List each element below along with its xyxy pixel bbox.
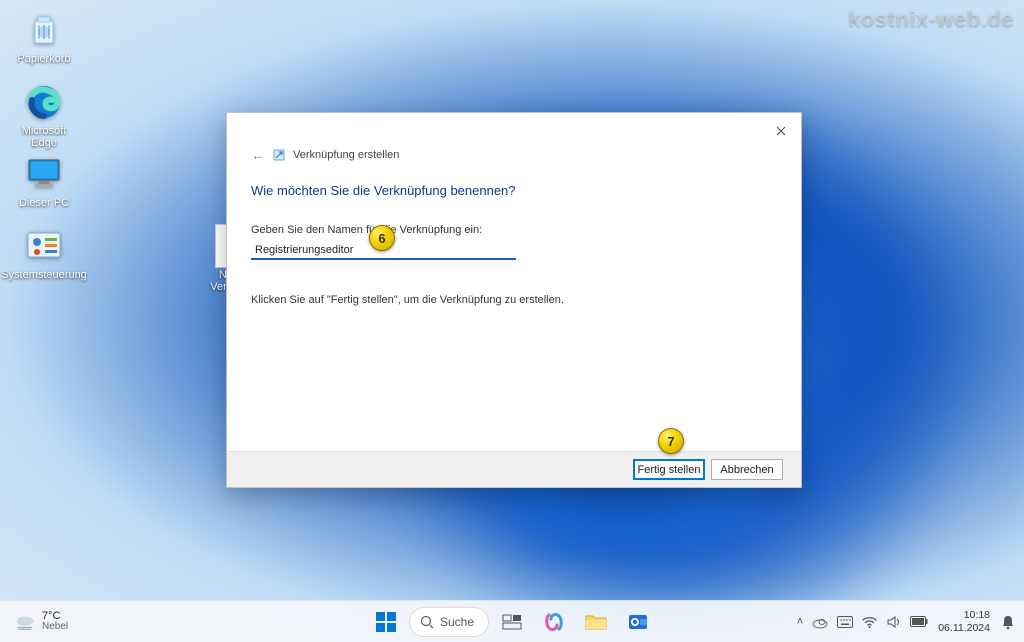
close-button[interactable] <box>769 119 793 143</box>
battery-icon[interactable] <box>910 616 928 627</box>
system-tray: ˄ <box>797 615 928 629</box>
taskbar-left: 7°C Nebel <box>8 607 74 636</box>
clock-time: 10:18 <box>964 609 990 621</box>
shortcut-icon <box>273 149 285 161</box>
annotation-bubble-7: 7 <box>658 428 684 454</box>
finish-button[interactable]: Fertig stellen <box>633 459 705 480</box>
create-shortcut-dialog: ← Verknüpfung erstellen Wie möchten Sie … <box>226 112 802 488</box>
desktop: kostnix-web.de Papierkorb Microsoft Edge… <box>0 0 1024 642</box>
dialog-breadcrumb: Verknüpfung erstellen <box>293 149 399 161</box>
watermark: kostnix-web.de <box>848 6 1014 32</box>
windows-icon <box>375 611 397 633</box>
dialog-hint: Klicken Sie auf "Fertig stellen", um die… <box>251 294 777 306</box>
search-label: Suche <box>440 615 474 629</box>
onedrive-icon[interactable] <box>812 615 828 629</box>
dialog-body: Wie möchten Sie die Verknüpfung benennen… <box>251 183 777 306</box>
taskbar-right: ˄ 10:18 06.11.2024 <box>797 609 1016 633</box>
notification-icon[interactable] <box>1000 614 1016 630</box>
keyboard-icon[interactable] <box>837 616 853 628</box>
copilot-icon <box>543 611 565 633</box>
control-panel-icon <box>24 226 64 266</box>
name-field-label: Geben Sie den Namen für die Verknüpfung … <box>251 224 777 236</box>
dialog-header: ← Verknüpfung erstellen <box>251 147 399 163</box>
task-view-icon <box>502 614 522 630</box>
edge-icon <box>24 82 64 122</box>
desktop-icon-recycle-bin[interactable]: Papierkorb <box>8 6 80 69</box>
desktop-icon-label: Papierkorb <box>17 53 70 65</box>
taskbar-task-view[interactable] <box>493 603 531 641</box>
taskbar-outlook[interactable] <box>619 603 657 641</box>
start-button[interactable] <box>367 603 405 641</box>
folder-icon <box>585 613 607 631</box>
desktop-icon-this-pc[interactable]: Dieser PC <box>8 150 80 213</box>
weather-condition: Nebel <box>42 622 68 632</box>
desktop-icon-control-panel[interactable]: Systemsteuerung <box>8 222 80 285</box>
speaker-icon[interactable] <box>886 616 901 628</box>
taskbar: 7°C Nebel Suche <box>0 600 1024 642</box>
fog-icon <box>14 612 36 632</box>
annotation-bubble-6: 6 <box>369 225 395 251</box>
desktop-icon-label: Systemsteuerung <box>1 269 87 281</box>
desktop-icon-label: Dieser PC <box>19 197 69 209</box>
wifi-icon[interactable] <box>862 616 877 628</box>
taskbar-clock[interactable]: 10:18 06.11.2024 <box>938 609 990 633</box>
outlook-icon <box>627 611 649 633</box>
clock-date: 06.11.2024 <box>938 622 990 634</box>
taskbar-explorer[interactable] <box>577 603 615 641</box>
recycle-bin-icon <box>24 10 64 50</box>
chevron-up-icon[interactable]: ˄ <box>797 616 803 628</box>
desktop-icon-label: Microsoft Edge <box>12 125 76 149</box>
dialog-footer: Fertig stellen Abbrechen <box>227 451 801 487</box>
taskbar-copilot[interactable] <box>535 603 573 641</box>
back-arrow-icon[interactable]: ← <box>251 147 265 163</box>
taskbar-weather[interactable]: 7°C Nebel <box>8 607 74 636</box>
dialog-title: Wie möchten Sie die Verknüpfung benennen… <box>251 183 777 198</box>
cancel-button[interactable]: Abbrechen <box>711 459 783 480</box>
weather-text: 7°C Nebel <box>42 611 68 632</box>
monitor-icon <box>24 154 64 194</box>
taskbar-center: Suche <box>367 603 657 641</box>
desktop-icon-edge[interactable]: Microsoft Edge <box>8 78 80 153</box>
search-icon <box>420 615 434 629</box>
close-icon <box>776 126 786 136</box>
taskbar-search[interactable]: Suche <box>409 607 489 637</box>
